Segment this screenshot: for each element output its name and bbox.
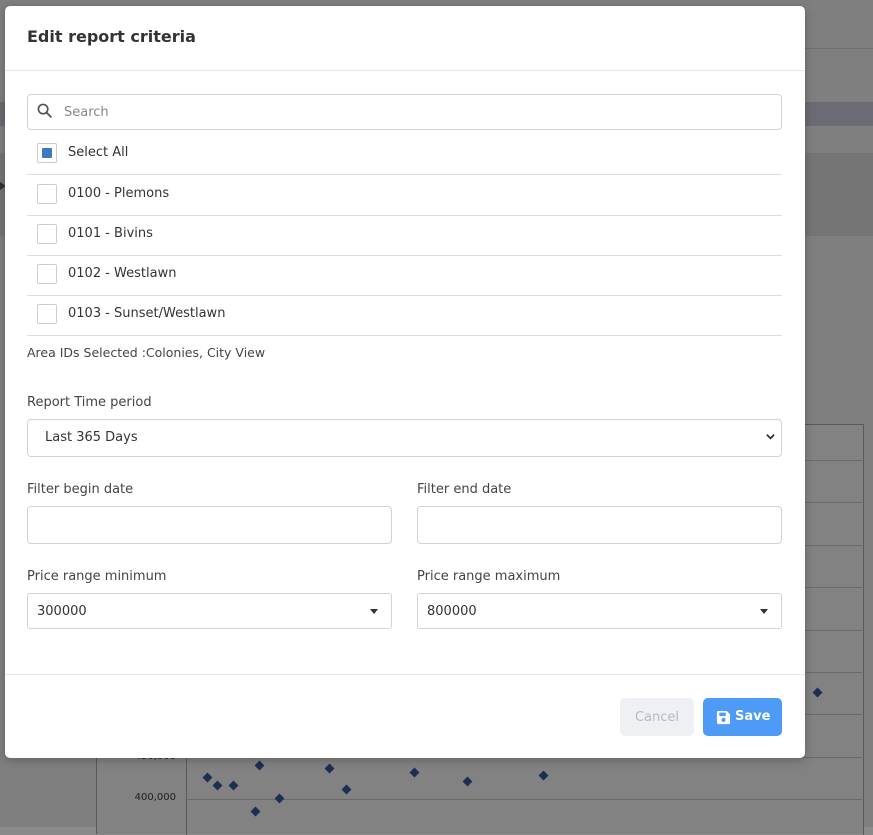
select-all-checkbox[interactable]: [37, 143, 57, 163]
chevron-down-icon: [766, 434, 775, 440]
filter-end-date-field[interactable]: [417, 506, 782, 544]
search-box[interactable]: [27, 94, 782, 130]
area-list-item[interactable]: 0102 - Westlawn: [27, 255, 782, 296]
area-checkbox[interactable]: [37, 184, 57, 204]
modal-title: Edit report criteria: [27, 27, 196, 46]
search-input[interactable]: [62, 96, 766, 128]
modal-header: Edit report criteria: [5, 6, 805, 71]
area-ids-selected-text: Area IDs Selected :Colonies, City View: [27, 345, 266, 360]
area-list-item[interactable]: 0100 - Plemons: [27, 175, 782, 216]
search-icon: [37, 103, 52, 118]
price-range-maximum-label: Price range maximum: [417, 569, 561, 584]
modal-footer-divider: [5, 674, 805, 675]
price-range-minimum-label: Price range minimum: [27, 569, 167, 584]
report-time-period-value: Last 365 Days: [45, 430, 138, 445]
chart-gridline: [186, 799, 862, 800]
chart-y-tick-label: 400,000: [134, 792, 176, 803]
area-label: 0100 - Plemons: [68, 186, 170, 201]
filter-begin-date-field[interactable]: [27, 506, 392, 544]
price-range-minimum-value: 300000: [37, 604, 87, 619]
report-time-period-label: Report Time period: [27, 395, 152, 410]
edit-report-criteria-modal: Edit report criteria Select All 0100 - P…: [5, 6, 805, 758]
caret-down-icon: [370, 609, 378, 614]
select-all-label: Select All: [68, 145, 129, 160]
area-checkbox[interactable]: [37, 224, 57, 244]
filter-end-date-label: Filter end date: [417, 482, 512, 497]
price-range-maximum-value: 800000: [427, 604, 477, 619]
background-divider: [805, 48, 873, 49]
select-all-row[interactable]: Select All: [27, 134, 782, 175]
report-time-period-select[interactable]: Last 365 Days: [27, 419, 782, 457]
area-list-item[interactable]: 0101 - Bivins: [27, 215, 782, 256]
floppy-disk-icon: [716, 710, 731, 725]
caret-down-icon: [760, 609, 768, 614]
price-range-minimum-dropdown[interactable]: 300000: [27, 593, 392, 629]
save-button[interactable]: Save: [703, 698, 782, 736]
area-checkbox[interactable]: [37, 304, 57, 324]
area-checkbox[interactable]: [37, 264, 57, 284]
price-range-maximum-dropdown[interactable]: 800000: [417, 593, 782, 629]
area-list-item[interactable]: 0103 - Sunset/Westlawn: [27, 295, 782, 336]
area-label: 0102 - Westlawn: [68, 266, 177, 281]
filter-begin-date-label: Filter begin date: [27, 482, 134, 497]
cancel-button[interactable]: Cancel: [620, 698, 694, 736]
area-label: 0103 - Sunset/Westlawn: [68, 306, 226, 321]
area-label: 0101 - Bivins: [68, 226, 153, 241]
save-button-label: Save: [735, 709, 771, 724]
